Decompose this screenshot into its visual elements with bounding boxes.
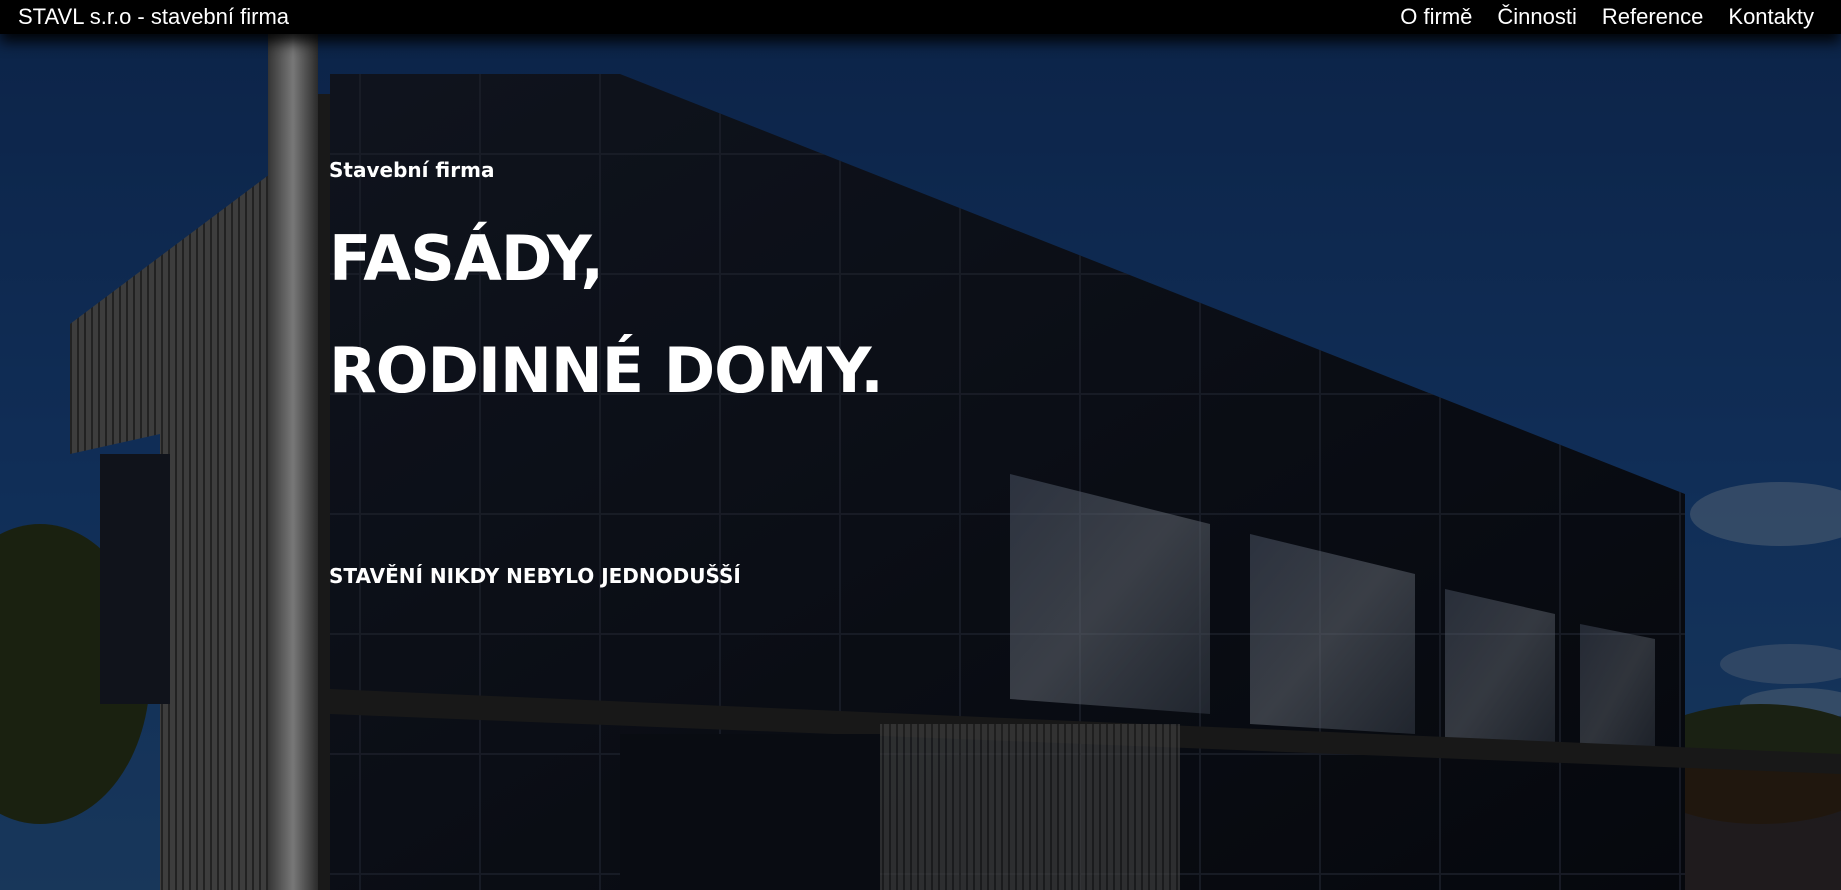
headline-line-1: FASÁDY, xyxy=(329,222,604,295)
nav-item: Činnosti xyxy=(1497,4,1576,30)
nav-item: Kontakty xyxy=(1728,4,1814,30)
hero-section: Stavební firma FASÁDY, RODINNÉ DOMY. STA… xyxy=(0,34,1841,890)
headline-line-2: RODINNÉ DOMY. xyxy=(329,334,884,407)
nav-menu: O firmě Činnosti Reference Kontakty xyxy=(1400,4,1814,30)
nav-item: Reference xyxy=(1602,4,1704,30)
nav-link-cinnosti[interactable]: Činnosti xyxy=(1497,4,1576,29)
hero-tagline: STAVĚNÍ NIKDY NEBYLO JEDNODUŠŠÍ xyxy=(329,564,741,588)
nav-link-kontakty[interactable]: Kontakty xyxy=(1728,4,1814,29)
brand-link[interactable]: STAVL s.r.o - stavební firma xyxy=(18,4,289,30)
nav-link-o-firme[interactable]: O firmě xyxy=(1400,4,1472,29)
nav-link-reference[interactable]: Reference xyxy=(1602,4,1704,29)
navbar: STAVL s.r.o - stavební firma O firmě Čin… xyxy=(0,0,1841,34)
nav-item: O firmě xyxy=(1400,4,1472,30)
hero-label: Stavební firma xyxy=(329,158,495,182)
hero-background-image xyxy=(0,34,1841,890)
